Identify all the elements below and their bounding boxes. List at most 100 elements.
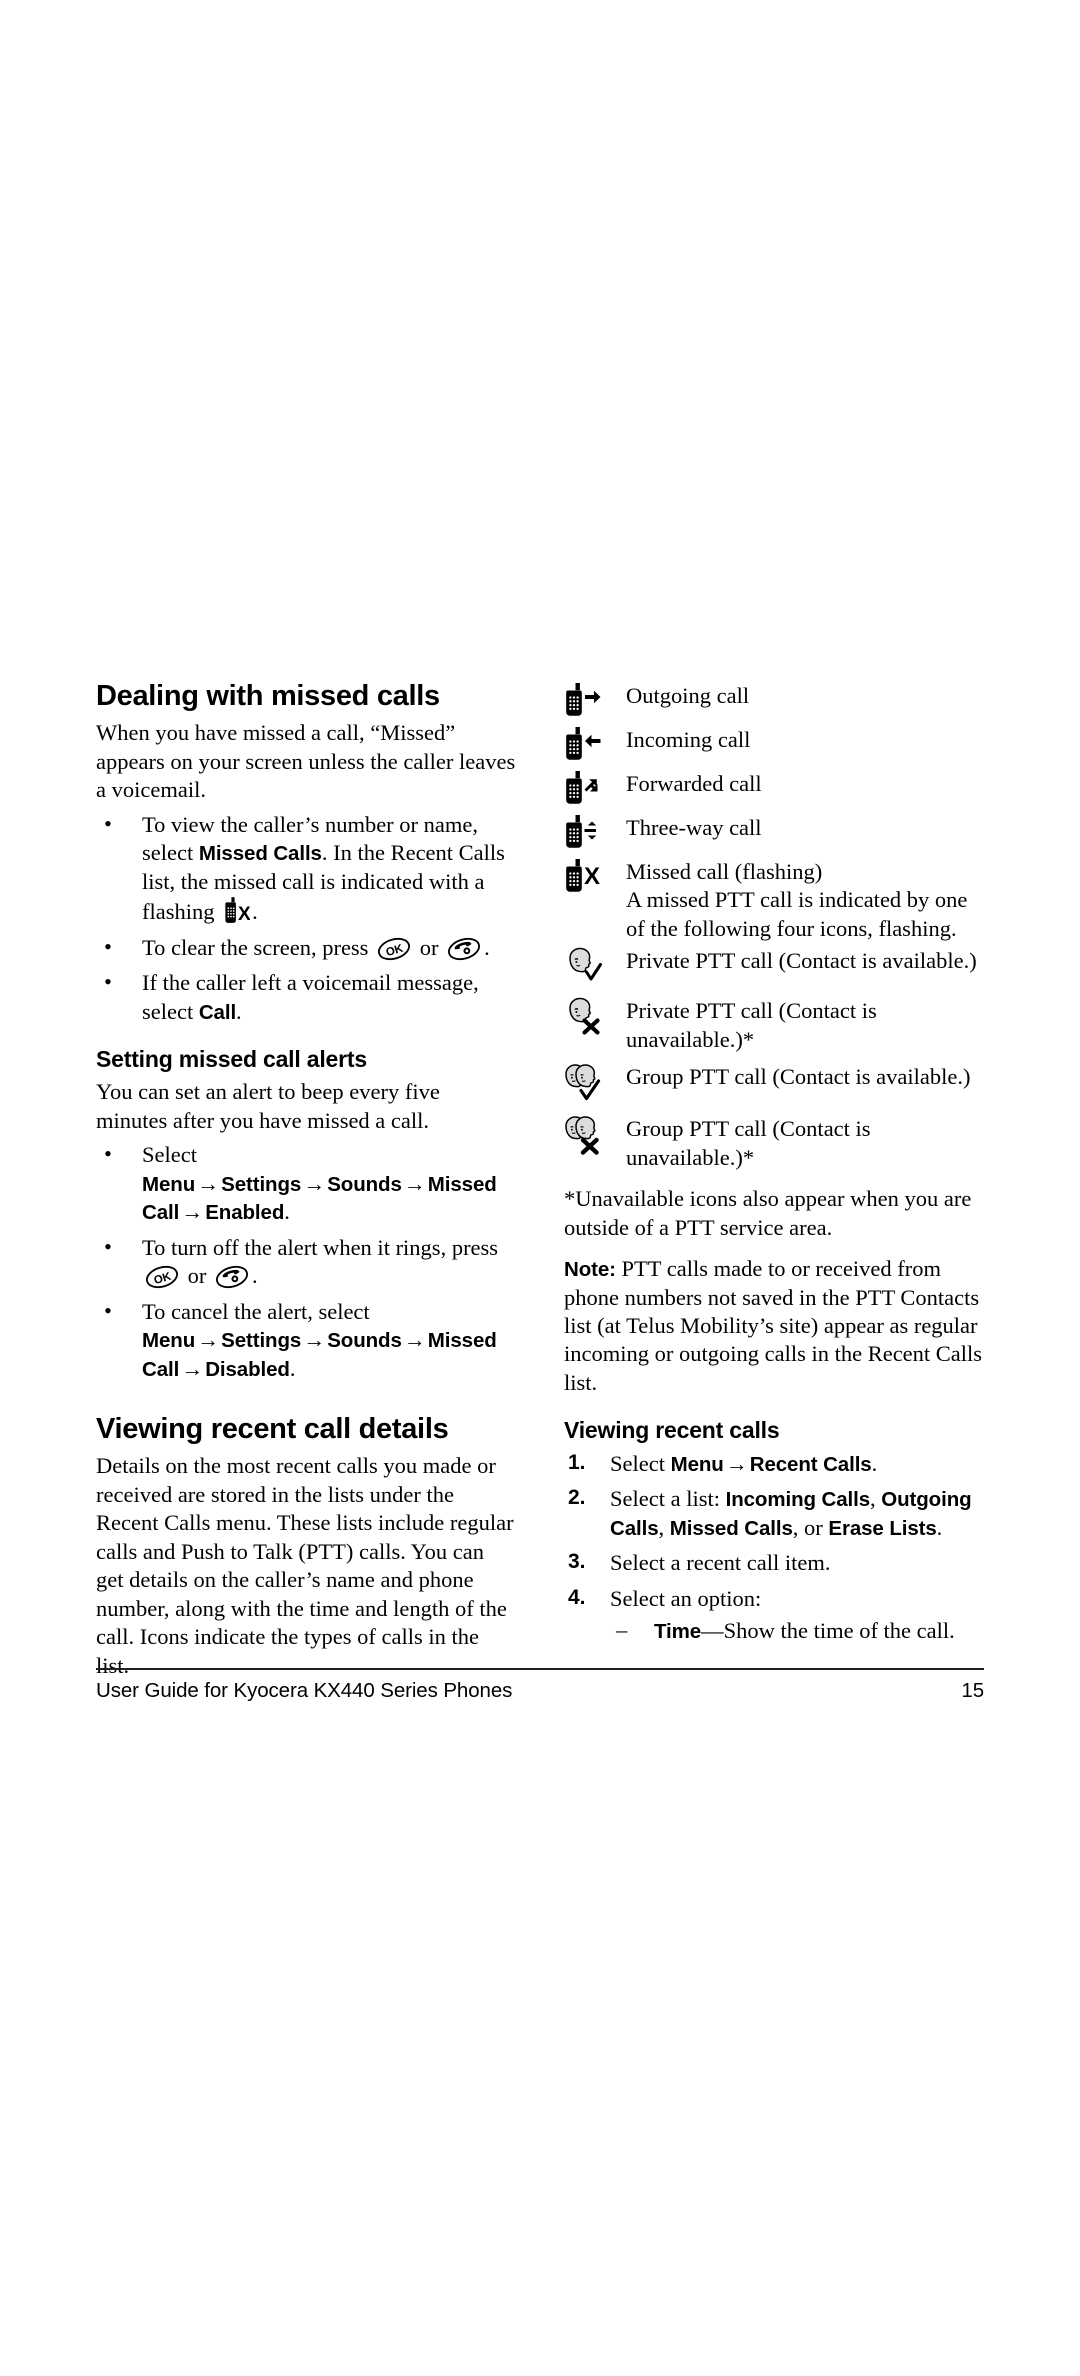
heading-viewing-recent-calls: Viewing recent calls [564, 1417, 780, 1444]
arrow-icon: → [181, 1355, 204, 1381]
list-item: 3. Select a recent call item. [564, 1549, 984, 1577]
numbered-steps-viewing-recent-calls: 1. Select Menu→Recent Calls. 2. Select a l… [564, 1450, 984, 1646]
ui-term-recent-calls: Recent Calls [749, 1452, 872, 1476]
private-ptt-unavailable-icon [564, 995, 626, 1038]
arrow-icon: → [303, 1170, 326, 1196]
bullet-marker: • [104, 1141, 112, 1167]
page-footer: User Guide for Kyocera KX440 Series Phon… [96, 1668, 984, 1703]
ui-term-settings: Settings [221, 1172, 302, 1196]
step-text-post: . [871, 1450, 878, 1476]
step-number: 4. [568, 1585, 586, 1609]
list-item: • To view the caller’s number or name, se… [96, 811, 516, 927]
document-page: Dealing with missed calls When you have … [0, 0, 1080, 2376]
ui-term-sounds: Sounds [327, 1329, 402, 1353]
bullet-text-post: . [252, 899, 258, 925]
arrow-icon: → [303, 1327, 326, 1353]
svg-text:X: X [238, 904, 250, 924]
list-item: Outgoing call [564, 680, 984, 717]
list-item: • To cancel the alert, select Menu→Settin… [96, 1298, 516, 1383]
call-icon-legend: Outgoing call Incoming call Forwarded ca… [564, 680, 984, 1172]
phone-forwarded-icon [564, 768, 626, 805]
group-ptt-unavailable-icon [564, 1113, 626, 1158]
ui-term-settings: Settings [221, 1329, 302, 1353]
list-item: X Missed call (flashing) A missed PTT ca… [564, 856, 984, 943]
heading-dealing-with-missed-calls: Dealing with missed calls [96, 680, 440, 712]
footer-guide-title: User Guide for Kyocera KX440 Series Phon… [96, 1679, 513, 1702]
bullet-text-post: . [289, 1355, 296, 1381]
step-number: 1. [568, 1450, 586, 1474]
ui-term-menu: Menu [670, 1452, 724, 1476]
list-item: 2. Select a list: Incoming Calls, Outgoin… [564, 1485, 984, 1542]
ui-term-enabled: Enabled [205, 1201, 285, 1225]
bullet-marker: • [104, 1233, 112, 1259]
list-item: Three-way call [564, 812, 984, 849]
icon-legend-label: Private PTT call (Contact is unavailable… [626, 998, 877, 1052]
bullet-text-pre: If the caller left a voicemail message, … [142, 970, 479, 1024]
bullet-text-mid: or [414, 934, 445, 960]
note-ptt-calls: Note: PTT calls made to or received from… [564, 1255, 984, 1397]
bullet-text-pre: To clear the screen, press [142, 934, 375, 960]
bullet-text-post: . [484, 934, 490, 960]
ui-term-incoming-calls: Incoming Calls [725, 1488, 871, 1512]
list-item: Private PTT call (Contact is available.) [564, 945, 984, 988]
sub-option-text: —Show the time of the call. [701, 1618, 955, 1644]
ui-term-call: Call [198, 1000, 237, 1024]
icon-legend-label: Group PTT call (Contact is available.) [626, 1064, 971, 1090]
bullet-text-post: . [236, 998, 242, 1024]
paragraph-recent-call-details: Details on the most recent calls you mad… [96, 1453, 514, 1678]
arrow-icon: → [181, 1199, 204, 1225]
step-text-pre: Select a recent call item. [610, 1550, 831, 1576]
bullet-text-pre: To turn off the alert when it rings, pre… [142, 1234, 499, 1260]
private-ptt-available-icon [564, 945, 626, 988]
footer-row: User Guide for Kyocera KX440 Series Phon… [96, 1670, 984, 1703]
dash-marker: – [616, 1617, 628, 1643]
page-number: 15 [961, 1679, 984, 1702]
ui-term-disabled: Disabled [205, 1357, 290, 1381]
phone-incoming-icon [564, 724, 626, 761]
ok-key-icon: OK [145, 1265, 179, 1289]
bullet-text-mid: or [182, 1263, 212, 1289]
step-number: 2. [568, 1486, 586, 1510]
arrow-icon: → [403, 1170, 426, 1196]
icon-legend-label: Group PTT call (Contact is unavailable.)… [626, 1116, 871, 1170]
list-item: Forwarded call [564, 768, 984, 805]
page-content: Dealing with missed calls When you have … [96, 680, 984, 1682]
end-call-key-icon [215, 1265, 249, 1289]
list-item: Private PTT call (Contact is unavailable… [564, 995, 984, 1054]
list-item: Group PTT call (Contact is unavailable.)… [564, 1113, 984, 1172]
phone-missed-icon: X [564, 856, 626, 893]
bullet-marker: • [104, 1297, 112, 1323]
icon-legend-label: Missed call (flashing) [626, 859, 823, 884]
arrow-icon: → [197, 1327, 220, 1353]
list-item: • If the caller left a voicemail message,… [96, 969, 516, 1026]
bullet-list-missed: • To view the caller’s number or name, se… [96, 811, 516, 1026]
step-separator: , [658, 1514, 670, 1540]
icon-legend-label: Outgoing call [626, 683, 750, 708]
ui-term-missed-calls: Missed Calls [198, 842, 322, 866]
step-text-pre: Select an option: [610, 1585, 762, 1611]
list-item: 4. Select an option: – Time—Show the time … [564, 1585, 984, 1646]
icon-legend-label: Three-way call [626, 815, 762, 840]
step-separator: , or [792, 1514, 829, 1540]
step-text-pre: Select a list: [610, 1486, 726, 1512]
end-call-key-icon [447, 937, 481, 961]
ui-term-sounds: Sounds [327, 1172, 402, 1196]
heading-setting-missed-call-alerts: Setting missed call alerts [96, 1046, 367, 1072]
svg-text:X: X [584, 863, 600, 890]
list-item: • Select Menu→Settings→Sounds→Missed Call… [96, 1141, 516, 1226]
list-item: • To clear the screen, press OK or . [96, 934, 516, 962]
ui-term-missed-calls: Missed Calls [669, 1516, 793, 1540]
ui-term-menu: Menu [142, 1172, 196, 1196]
phone-three-way-icon [564, 812, 626, 849]
list-item: Group PTT call (Contact is available.) [564, 1061, 984, 1106]
icon-legend-label: Incoming call [626, 727, 751, 752]
ui-term-time: Time [654, 1620, 702, 1644]
bullet-text-post: . [284, 1199, 290, 1225]
bullet-marker: • [104, 933, 112, 959]
step-text-post: . [936, 1514, 943, 1540]
icon-legend-label: Forwarded call [626, 771, 762, 796]
sub-option-list: – Time—Show the time of the call. [610, 1617, 984, 1645]
heading-viewing-recent-call-details: Viewing recent call details [96, 1412, 449, 1445]
footnote-unavailable-icons: *Unavailable icons also appear when you … [564, 1186, 972, 1240]
list-item: Incoming call [564, 724, 984, 761]
